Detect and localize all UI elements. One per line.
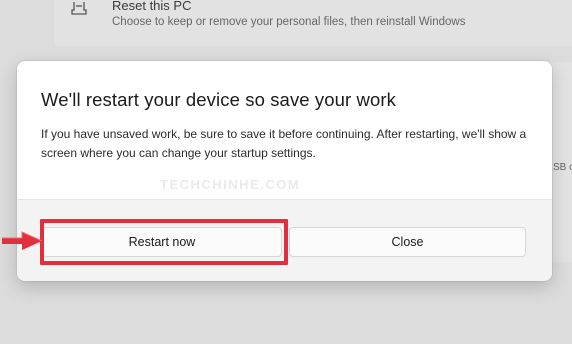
background-side-text: SB c: [553, 162, 572, 173]
reset-pc-description: Choose to keep or remove your personal f…: [112, 16, 466, 28]
restart-now-button[interactable]: Restart now: [42, 227, 282, 257]
dialog-footer: Restart now Close: [17, 199, 552, 281]
restart-dialog: We'll restart your device so save your w…: [17, 61, 552, 281]
reset-pc-icon: [71, 2, 87, 15]
close-button[interactable]: Close: [289, 227, 526, 257]
dialog-title: We'll restart your device so save your w…: [41, 89, 397, 110]
dialog-body-text: If you have unsaved work, be sure to sav…: [41, 127, 527, 160]
watermark-text: TECHCHINHE.COM: [160, 177, 301, 192]
reset-pc-title: Reset this PC: [112, 0, 192, 13]
